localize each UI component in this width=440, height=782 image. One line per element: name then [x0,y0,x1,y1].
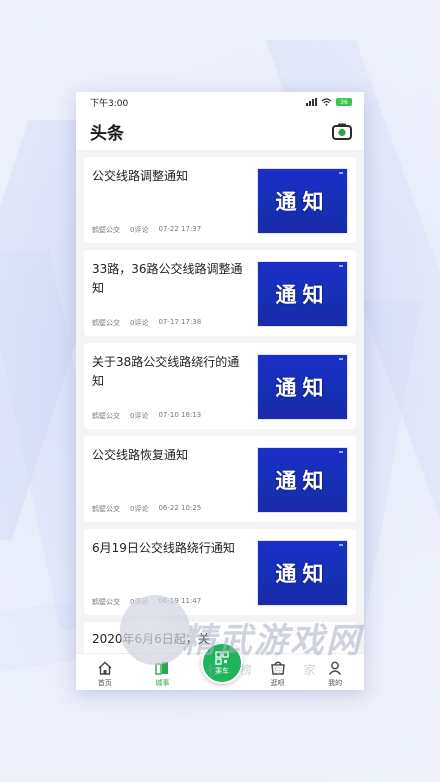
article-thumbnail: 通知 [257,540,348,606]
article-title: 公交线路恢复通知 [92,448,189,462]
article-card[interactable]: 关于38路公交线路绕行的通知 鹤壁公交 0评论 07-10 18:13 通知 [84,343,356,429]
wifi-icon [321,98,332,106]
article-comments: 0评论 [130,319,149,327]
article-thumbnail: 通知 [257,168,348,234]
article-date: 07-17 17:38 [158,318,202,326]
status-bar: 下午3:00 36 [76,92,364,112]
article-card[interactable]: 公交线路恢复通知 鹤壁公交 0评论 06-22 10:25 通知 [84,436,356,522]
battery-icon: 36 [336,98,352,106]
tab-label: 我的 [328,679,343,687]
news-feed: 公交线路调整通知 鹤壁公交 0评论 07-22 17:37 通知 33路，36路… [76,157,364,662]
article-title: 6月19日公交线路绕行通知 [92,541,235,555]
thumbnail-text: 通知 [275,469,330,493]
article-comments: 0评论 [130,226,149,234]
article-date: 06-22 10:25 [158,504,202,512]
camera-button[interactable] [332,122,352,140]
article-source: 鹤壁公交 [92,226,120,234]
article-card[interactable]: 公交线路调整通知 鹤壁公交 0评论 07-22 17:37 通知 [84,157,356,243]
city-icon [155,662,169,675]
tab-stroll[interactable]: 逛呗 [256,659,300,688]
thumbnail-text: 通知 [275,190,330,214]
article-comments: 0评论 [130,505,149,513]
article-comments: 0评论 [130,412,149,420]
page-header: 头条 [76,112,364,150]
phone-screen: 下午3:00 36 头条 公交线路调整通知 鹤壁公交 0评论 07-22 17:… [76,92,364,690]
thumbnail-text: 通知 [275,283,330,307]
home-icon [98,661,112,675]
article-thumbnail: 通知 [257,261,348,327]
article-thumbnail: 通知 [257,447,348,513]
page-title: 头条 [90,123,124,144]
article-thumbnail: 通知 [257,354,348,420]
thumbnail-text: 通知 [275,562,330,586]
qr-code-icon [215,650,229,665]
article-source: 鹤壁公交 [92,412,120,420]
ride-label: 乘车 [215,666,229,675]
tab-label: 逛呗 [270,679,285,687]
thumbnail-text: 通知 [275,376,330,400]
article-source: 鹤壁公交 [92,505,120,513]
shop-icon [270,661,285,675]
battery-level: 36 [340,98,348,106]
tab-mine[interactable]: 我的 [313,659,357,688]
article-title: 关于38路公交线路绕行的通知 [92,355,240,388]
tab-label: 城事 [155,679,170,687]
status-time: 下午3:00 [90,98,129,109]
signal-icon [306,98,317,106]
article-title: 公交线路调整通知 [92,169,189,183]
tab-label: 首页 [97,679,112,687]
article-date: 07-22 17:37 [158,225,202,233]
user-icon [329,661,342,675]
article-title: 33路，36路公交线路调整通知 [92,262,243,295]
article-source: 鹤壁公交 [92,319,120,327]
article-source: 鹤壁公交 [92,598,120,606]
article-date: 07-10 18:13 [158,411,202,419]
ride-button[interactable]: 乘车 [201,642,243,684]
article-card[interactable]: 33路，36路公交线路调整通知 鹤壁公交 0评论 07-17 17:38 通知 [84,250,356,336]
article-comments: 0评论 [130,598,149,606]
tab-home[interactable]: 首页 [83,659,127,688]
camera-icon [332,123,352,140]
article-title: 2020年6月6日起，关 [92,632,210,646]
tab-city[interactable]: 城事 [140,659,184,688]
article-card[interactable]: 6月19日公交线路绕行通知 鹤壁公交 0评论 06-19 11:47 通知 [84,529,356,615]
article-date: 06-19 11:47 [158,597,202,605]
bottom-tab-bar: 首页 城事 逛呗 我的 乘车 [76,642,364,690]
